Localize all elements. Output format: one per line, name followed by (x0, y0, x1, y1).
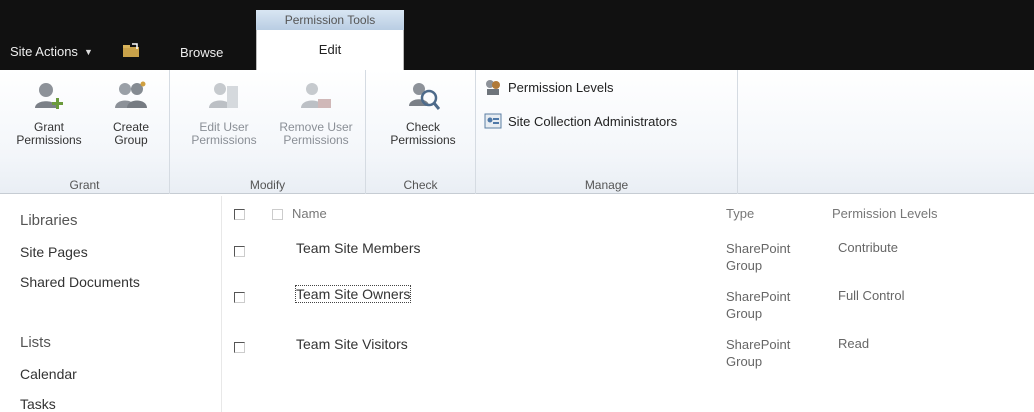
admins-icon (484, 113, 502, 129)
magnifier-key-icon (409, 83, 441, 110)
row-name-link[interactable]: Team Site Owners (294, 285, 412, 303)
tab-edit[interactable]: Edit (256, 30, 404, 70)
button-label-line2: Permissions (390, 133, 456, 147)
nav-item-site-pages[interactable]: Site Pages (20, 244, 88, 260)
row-type-line1: SharePoint (726, 289, 791, 304)
permission-levels-label: Permission Levels (508, 79, 614, 95)
ribbon-group-modify: Edit User Permissions Remove User Permis… (170, 70, 366, 194)
row-type-line2: Group (726, 354, 763, 369)
users-edit-icon (209, 83, 238, 108)
nav-item-shared-documents[interactable]: Shared Documents (20, 274, 140, 290)
create-group-button[interactable]: Create Group (102, 80, 160, 147)
grant-permissions-button[interactable]: Grant Permissions (10, 80, 88, 147)
row-permission-level: Full Control (838, 288, 905, 303)
group-icon (115, 81, 147, 108)
row-type: SharePoint Group (726, 288, 826, 322)
ribbon-tab-bar: Permission Tools Site Actions ▼ Browse E… (0, 0, 1034, 70)
libraries-heading[interactable]: Libraries (20, 212, 78, 229)
column-header-type[interactable]: Type (726, 206, 754, 221)
row-type-line1: SharePoint (726, 337, 791, 352)
lists-heading[interactable]: Lists (20, 334, 51, 351)
row-checkbox[interactable] (234, 246, 245, 257)
permissions-list: Name Type Permission Levels Team Site Me… (222, 196, 1034, 412)
site-collection-administrators-label: Site Collection Administrators (508, 113, 678, 129)
group-title-modify: Modify (249, 178, 286, 192)
nav-item-tasks[interactable]: Tasks (20, 396, 56, 412)
site-actions-menu[interactable]: Site Actions ▼ (10, 44, 93, 59)
row-checkbox[interactable] (234, 292, 245, 303)
chevron-down-icon: ▼ (83, 46, 93, 57)
ribbon: Grant Permissions Create Group Grant Edi… (0, 70, 1034, 194)
row-type-line2: Group (726, 258, 763, 273)
users-remove-icon (301, 83, 331, 108)
row-type: SharePoint Group (726, 240, 826, 274)
ribbon-group-manage: Permission Levels Site Collection Admini… (476, 70, 738, 194)
row-name-link[interactable]: Team Site Visitors (296, 336, 408, 352)
button-label-line2: Permissions (191, 133, 257, 147)
contextual-tab-group-label: Permission Tools (256, 10, 404, 30)
group-title-manage: Manage (584, 178, 629, 192)
check-permissions-button[interactable]: Check Permissions (378, 80, 468, 147)
row-name-link[interactable]: Team Site Members (296, 240, 420, 256)
column-header-name[interactable]: Name (292, 206, 327, 221)
ribbon-group-grant: Grant Permissions Create Group Grant (0, 70, 170, 194)
row-permission-level: Read (838, 336, 870, 351)
row-type-line1: SharePoint (726, 241, 791, 256)
nav-item-calendar[interactable]: Calendar (20, 366, 77, 382)
edit-user-permissions-button[interactable]: Edit User Permissions (178, 80, 270, 147)
group-title-check: Check (403, 178, 438, 192)
row-type-line2: Group (726, 306, 763, 321)
user-add-icon (35, 83, 63, 109)
site-actions-label: Site Actions (10, 44, 78, 59)
select-all-checkbox[interactable] (234, 209, 245, 220)
row-select-column-icon (272, 209, 283, 220)
button-label-line2: Permissions (16, 133, 82, 147)
button-label-line2: Permissions (283, 133, 349, 147)
button-label-line2: Group (114, 133, 148, 147)
permission-levels-icon (486, 80, 500, 95)
group-title-grant: Grant (69, 178, 100, 192)
permission-levels-button[interactable]: Permission Levels (484, 78, 614, 96)
ribbon-group-check: Check Permissions Check (366, 70, 476, 194)
column-header-permission-levels[interactable]: Permission Levels (832, 206, 938, 221)
row-permission-level: Contribute (838, 240, 898, 255)
site-collection-administrators-button[interactable]: Site Collection Administrators (484, 112, 677, 130)
quick-launch: Libraries Site Pages Shared Documents Li… (0, 196, 222, 412)
remove-user-permissions-button[interactable]: Remove User Permissions (268, 80, 364, 147)
row-type: SharePoint Group (726, 336, 826, 370)
navigate-up-icon[interactable] (122, 42, 140, 58)
tab-browse[interactable]: Browse (180, 45, 223, 60)
row-checkbox[interactable] (234, 342, 245, 353)
